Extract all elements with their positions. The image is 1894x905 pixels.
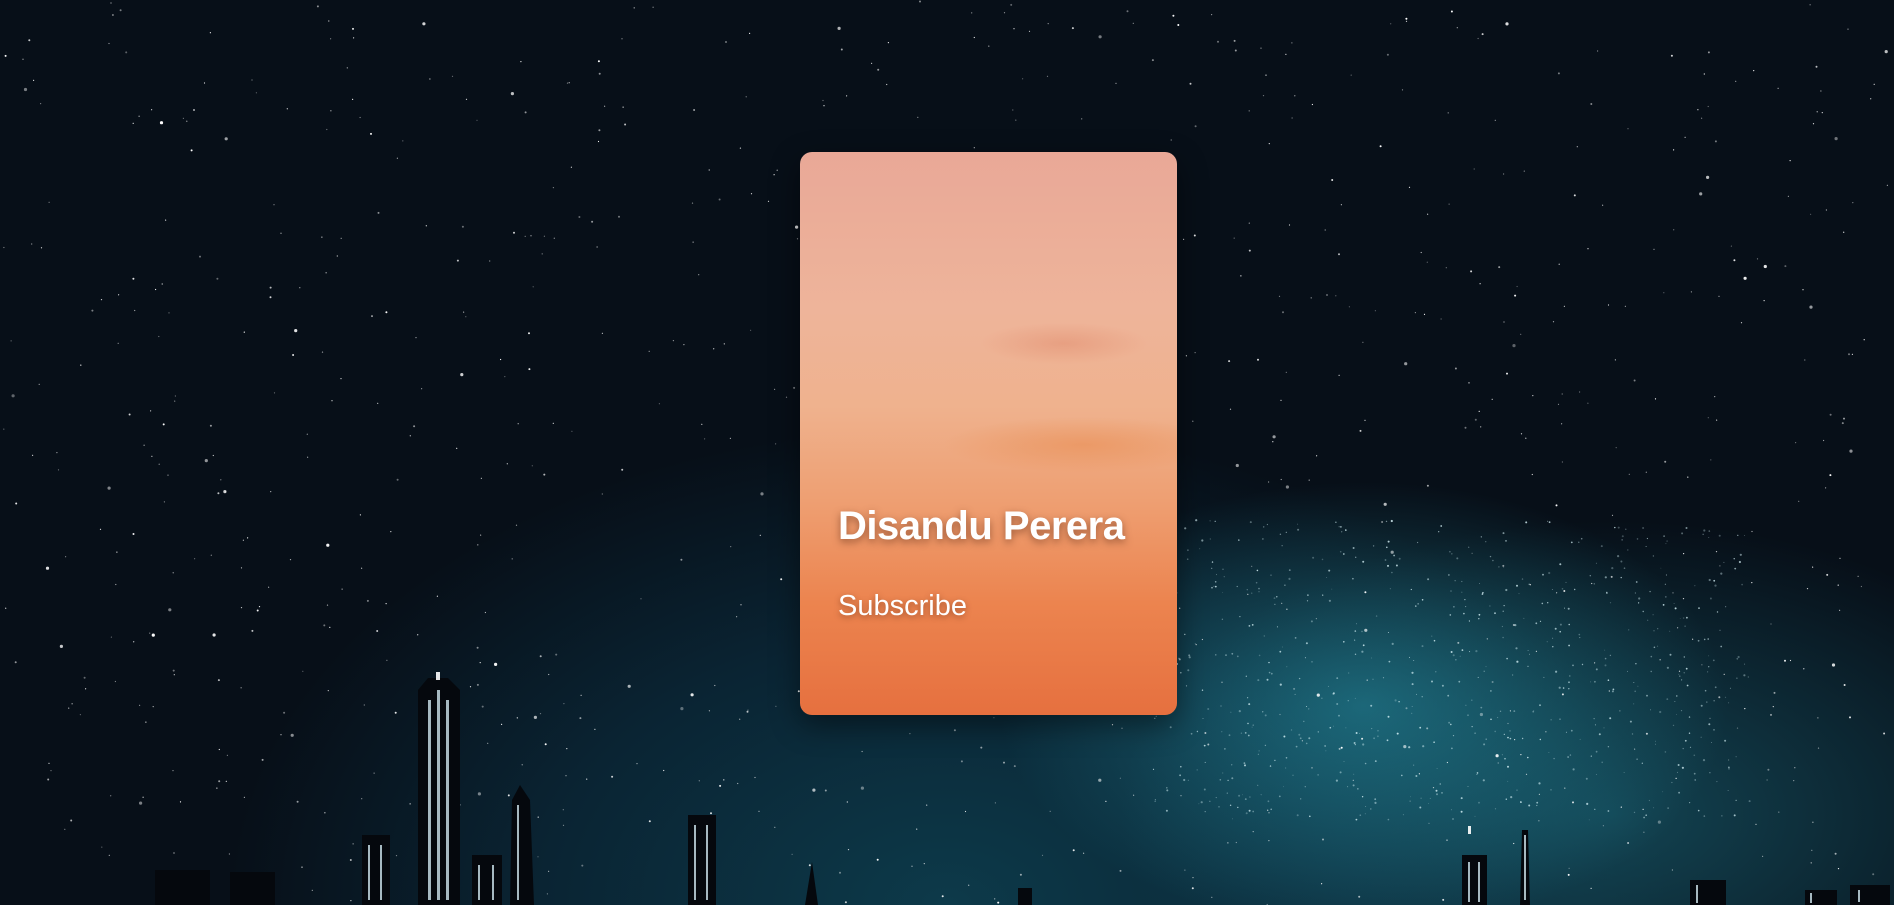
subscribe-button[interactable]: Subscribe: [838, 590, 967, 623]
profile-name: Disandu Perera: [838, 504, 1125, 548]
profile-card: Disandu Perera Subscribe: [800, 152, 1177, 715]
